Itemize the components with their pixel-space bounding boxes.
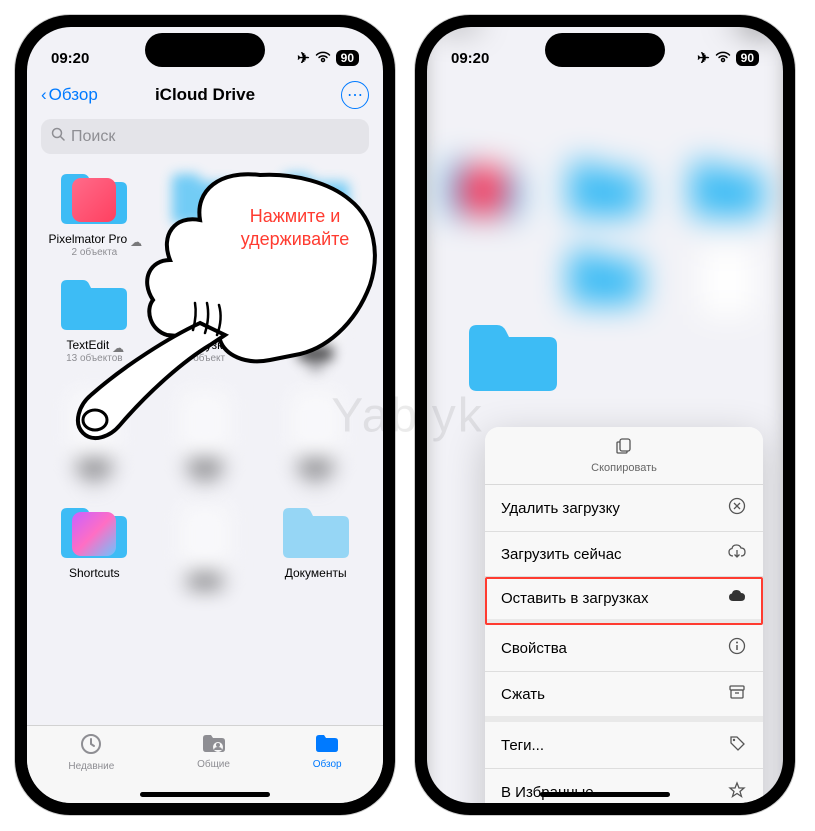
file-blurred-3[interactable]: ██████ <box>152 384 259 490</box>
folder-shortcuts[interactable]: Shortcuts <box>41 498 148 592</box>
folder-documents[interactable]: Документы <box>262 498 369 592</box>
tab-browse[interactable]: Обзор <box>313 732 342 803</box>
cloud-icon: ☁ <box>130 235 140 243</box>
airplane-icon: ✈ <box>697 49 710 67</box>
dynamic-island <box>145 33 265 67</box>
airplane-icon: ✈ <box>297 49 310 67</box>
menu-copy[interactable]: Скопировать <box>485 427 763 485</box>
context-menu: Скопировать Удалить загрузку Загрузить с… <box>485 427 763 803</box>
shortcuts-app-icon <box>72 512 116 556</box>
copy-icon <box>495 437 753 460</box>
menu-properties[interactable]: Свойства <box>485 625 763 672</box>
wifi-icon <box>315 50 331 67</box>
chevron-left-icon: ‹ <box>41 85 47 105</box>
folder-blurred-1[interactable]: ██████ <box>152 164 259 262</box>
cloud-download-icon <box>727 544 747 564</box>
menu-keep-downloaded[interactable]: Оставить в загрузках <box>485 577 763 625</box>
menu-compress[interactable]: Сжать <box>485 672 763 722</box>
file-blurred-4[interactable]: ██████ <box>262 384 369 490</box>
search-icon <box>51 127 65 146</box>
wifi-icon <box>715 50 731 67</box>
star-icon <box>727 781 747 803</box>
page-title: iCloud Drive <box>155 85 255 105</box>
menu-download-now[interactable]: Загрузить сейчас <box>485 532 763 577</box>
cloud-icon: ☁ <box>112 341 122 349</box>
dynamic-island <box>545 33 665 67</box>
remove-icon <box>727 497 747 519</box>
file-blurred-5[interactable]: ████ <box>152 498 259 592</box>
files-grid: Pixelmator Pro ☁ 2 объекта ██████ ента██… <box>27 164 383 592</box>
file-blurred-1[interactable]: ? ██████ <box>262 270 369 376</box>
tag-icon <box>727 734 747 756</box>
archive-icon <box>727 684 747 704</box>
folder-blurred-2[interactable]: ента██ <box>262 164 369 262</box>
shared-folder-icon <box>201 732 227 757</box>
folder-icon <box>314 732 340 757</box>
phone-left: 09:20 ✈ 90 ‹ Обзор iCloud Drive ⋯ Поиск … <box>15 15 395 815</box>
menu-favorite[interactable]: В Избранные <box>485 769 763 803</box>
search-bar[interactable]: Поиск <box>41 119 369 154</box>
search-placeholder: Поиск <box>71 128 115 146</box>
pixelmator-app-icon <box>72 178 116 222</box>
cloud-filled-icon <box>727 589 747 607</box>
info-icon <box>727 637 747 659</box>
folder-textedit[interactable]: TextEdit ☁ 13 объектов <box>41 270 148 376</box>
menu-remove-download[interactable]: Удалить загрузку <box>485 485 763 532</box>
status-time: 09:20 <box>51 50 89 67</box>
home-indicator[interactable] <box>140 792 270 797</box>
menu-tags[interactable]: Теги... <box>485 722 763 769</box>
home-indicator[interactable] <box>540 792 670 797</box>
focused-folder[interactable] <box>463 317 563 402</box>
folder-downloads[interactable]: Загрузки 1 объект <box>152 270 259 376</box>
folder-pixelmator[interactable]: Pixelmator Pro ☁ 2 объекта <box>41 164 148 262</box>
back-label: Обзор <box>49 85 98 105</box>
phone-right: 09:20 ✈90 09:20 ✈ 90 Скопировать Удалить… <box>415 15 795 815</box>
back-button[interactable]: ‹ Обзор <box>41 85 98 105</box>
tab-recent[interactable]: Недавние <box>68 732 114 803</box>
file-blurred-2[interactable]: ██████ <box>41 384 148 490</box>
battery-indicator: 90 <box>736 50 759 66</box>
ellipsis-icon: ⋯ <box>347 85 363 105</box>
status-time: 09:20 <box>451 50 489 67</box>
clock-icon <box>79 732 103 759</box>
battery-indicator: 90 <box>336 50 359 66</box>
more-button[interactable]: ⋯ <box>341 81 369 109</box>
nav-bar: ‹ Обзор iCloud Drive ⋯ <box>27 75 383 115</box>
